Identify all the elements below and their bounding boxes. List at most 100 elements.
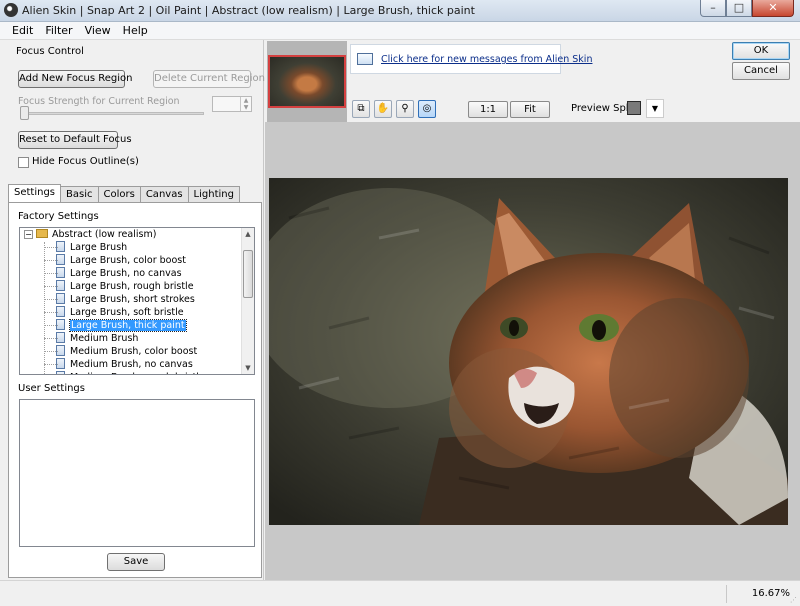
factory-settings-label: Factory Settings [18, 211, 99, 222]
tree-item-label: Medium Brush, rough bristle [70, 372, 205, 374]
left-panel: Focus Control Add New Focus Region Delet… [0, 40, 265, 580]
settings-tabs: Settings Basic Colors Canvas Lighting [8, 184, 240, 202]
fit-button[interactable]: Fit [510, 101, 550, 118]
focus-control-label: Focus Control [16, 46, 84, 57]
preview-split-swatch[interactable] [627, 101, 641, 115]
tree-item[interactable]: Large Brush [56, 241, 127, 254]
hand-icon[interactable]: ✋ [374, 100, 392, 118]
maximize-button[interactable]: □ [726, 0, 752, 17]
zoom-1to1-button[interactable]: 1:1 [468, 101, 508, 118]
tree-item-label: Large Brush, no canvas [70, 268, 182, 279]
message-panel: Click here for new messages from Alien S… [350, 44, 592, 74]
scroll-thumb[interactable] [243, 250, 253, 298]
tree-item[interactable]: Medium Brush, rough bristle [56, 371, 205, 374]
tree-guide-line [44, 312, 58, 313]
focus-strength-slider-track[interactable] [24, 112, 204, 115]
preview-toolbar-area: Click here for new messages from Alien S… [265, 40, 800, 122]
tree-guide-line [44, 242, 45, 374]
hide-outline-checkbox[interactable] [18, 157, 29, 168]
collapse-icon[interactable]: − [24, 230, 33, 239]
oil-paint-preview-image[interactable] [269, 178, 788, 525]
window-title: Alien Skin | Snap Art 2 | Oil Paint | Ab… [22, 4, 475, 17]
tree-guide-line [44, 299, 58, 300]
messages-link[interactable]: Click here for new messages from Alien S… [381, 54, 592, 65]
cancel-button[interactable]: Cancel [732, 62, 790, 80]
tree-guide-line [44, 286, 58, 287]
reset-focus-button[interactable]: Reset to Default Focus [18, 131, 132, 149]
tree-guide-line [44, 260, 58, 261]
navigator-thumbnail[interactable] [268, 55, 346, 108]
status-bar: 16.67% ⋰ [0, 580, 800, 606]
compare-icon[interactable]: ⧉ [352, 100, 370, 118]
tree-guide-line [44, 273, 58, 274]
minimize-button[interactable]: – [700, 0, 726, 17]
factory-settings-tree[interactable]: − Abstract (low realism) Large Brush Large… [19, 227, 255, 375]
envelope-icon [357, 53, 373, 65]
focus-strength-label: Focus Strength for Current Region [18, 96, 180, 107]
menu-edit[interactable]: Edit [6, 22, 39, 39]
tab-colors[interactable]: Colors [97, 186, 141, 202]
preset-icon [56, 371, 65, 374]
tree-item-label: Medium Brush, color boost [70, 346, 198, 357]
save-button[interactable]: Save [107, 553, 165, 571]
tree-item-label: Large Brush, rough bristle [70, 281, 194, 292]
tree-item-label: Large Brush, short strokes [70, 294, 195, 305]
chevron-down-icon[interactable]: ▼ [646, 99, 664, 118]
add-focus-region-button[interactable]: Add New Focus Region [18, 70, 133, 88]
tree-folder-label: Abstract (low realism) [52, 229, 157, 240]
menu-view[interactable]: View [79, 22, 117, 39]
tree-guide-line [44, 325, 58, 326]
tree-item[interactable]: Large Brush, color boost [56, 254, 186, 267]
scroll-down-icon[interactable]: ▼ [242, 362, 254, 374]
hide-outline-label: Hide Focus Outline(s) [32, 156, 139, 167]
tree-item-label: Large Brush, thick paint [69, 319, 187, 332]
folder-icon [36, 229, 48, 238]
tree-item[interactable]: Medium Brush, no canvas [56, 358, 193, 371]
resize-grip-icon[interactable]: ⋰ [790, 596, 800, 606]
tree-item[interactable]: Large Brush, no canvas [56, 267, 182, 280]
tree-scrollbar[interactable]: ▲ ▼ [241, 228, 254, 374]
scroll-up-icon[interactable]: ▲ [242, 228, 254, 240]
zoom-icon[interactable]: ⚲ [396, 100, 414, 118]
focus-strength-spinner[interactable]: ▲ ▼ [212, 96, 252, 112]
zoom-level: 16.67% [726, 585, 796, 603]
tree-item-label: Large Brush [70, 242, 128, 253]
tab-canvas[interactable]: Canvas [139, 186, 189, 202]
tree-item-label: Medium Brush [70, 333, 139, 344]
navigator-panel [267, 41, 347, 122]
menu-bar: Edit Filter View Help [0, 22, 800, 40]
tree-item[interactable]: Medium Brush [56, 332, 138, 345]
preview-area[interactable] [265, 122, 800, 580]
cat-painting-graphic [269, 178, 788, 525]
tree-item-label: Medium Brush, no canvas [70, 359, 193, 370]
window-controls: – □ ✕ [700, 0, 794, 18]
tree-item-label: Large Brush, soft bristle [70, 307, 184, 318]
tree-folder-abstract[interactable]: − Abstract (low realism) [24, 228, 156, 241]
menu-help[interactable]: Help [117, 22, 154, 39]
ok-button[interactable]: OK [732, 42, 790, 60]
tree-item[interactable]: Large Brush, short strokes [56, 293, 195, 306]
close-button[interactable]: ✕ [752, 0, 794, 17]
focus-strength-slider-thumb[interactable] [20, 106, 29, 120]
tree-item[interactable]: Large Brush, rough bristle [56, 280, 194, 293]
tree-guide-line [44, 364, 58, 365]
app-logo-icon [4, 3, 18, 17]
settings-tab-body: Factory Settings − Abstract (low realism)… [8, 202, 262, 578]
tab-basic[interactable]: Basic [60, 186, 99, 202]
tree-guide-line [44, 338, 58, 339]
tree-guide-line [44, 351, 58, 352]
user-settings-label: User Settings [18, 383, 85, 394]
menu-filter[interactable]: Filter [39, 22, 78, 39]
title-bar: Alien Skin | Snap Art 2 | Oil Paint | Ab… [0, 0, 800, 22]
spinner-arrows-icon[interactable]: ▲ ▼ [240, 97, 251, 111]
focus-target-icon[interactable]: ◎ [418, 100, 436, 118]
tab-lighting[interactable]: Lighting [187, 186, 240, 202]
tree-item[interactable]: Large Brush, thick paint [56, 319, 187, 332]
tree-item[interactable]: Large Brush, soft bristle [56, 306, 184, 319]
tab-settings[interactable]: Settings [8, 184, 62, 202]
tree-item-label: Large Brush, color boost [70, 255, 186, 266]
tree-guide-line [44, 247, 58, 248]
delete-region-button[interactable]: Delete Current Region [153, 70, 265, 88]
tree-item[interactable]: Medium Brush, color boost [56, 345, 197, 358]
user-settings-list[interactable] [19, 399, 255, 547]
